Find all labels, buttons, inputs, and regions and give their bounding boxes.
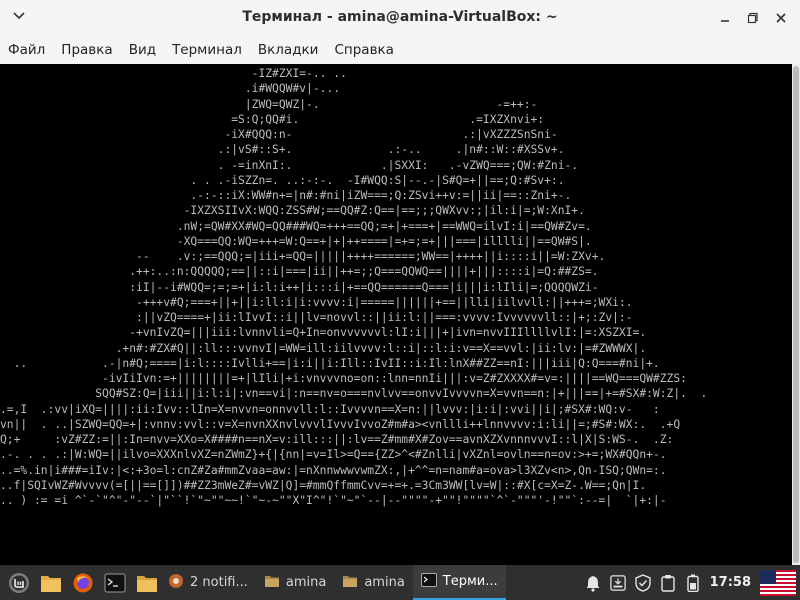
window-title: Терминал - amina@amina-VirtualBox: ~: [242, 9, 558, 25]
terminal-line: .-. . . .:|W:WQ=||ilvo=XXXnlvXZ=nZWmZ}+{…: [0, 448, 667, 462]
folder-icon: [264, 574, 280, 592]
task-amina-folder-2[interactable]: amina: [334, 565, 412, 600]
minimize-button[interactable]: [714, 8, 736, 28]
terminal-line: -ivIiIvn:=+||||||||=+|lIli|+i:vnvvvno=on…: [0, 372, 687, 385]
terminal-line: -IXZXSIIvX:WQQ:ZSS#W;==QQ#Z:Q==|==;;;QWX…: [0, 204, 585, 218]
task-label: Терми...: [442, 574, 498, 589]
terminal-line: .. ) := =i ^`-`"^"-"--`|"``!`"~""~~!`"~-…: [0, 494, 667, 507]
scrollbar-thumb[interactable]: [793, 66, 799, 563]
task-amina-folder-1[interactable]: amina: [256, 565, 334, 600]
terminal-text: -IZ#ZXI=-.. .. .i#WQQW#v|-... |ZWQ=QWZ|-…: [0, 64, 792, 508]
bell-icon[interactable]: [585, 574, 601, 592]
menu-bar: Файл Правка Вид Терминал Вкладки Справка: [0, 36, 800, 64]
terminal-line: .nW;=QW#XX#WQ=QQ###WQ=+++==QQ;=+|+===+|=…: [0, 219, 592, 233]
keyboard-layout-flag-icon[interactable]: [760, 569, 796, 596]
terminal-launcher-icon[interactable]: [102, 570, 128, 596]
menu-view[interactable]: Вид: [121, 42, 164, 58]
terminal-line: . . .-iSZZn=. ..:-:-. -I#WQQ:S|--.-|S#Q=…: [0, 173, 565, 187]
clipboard-icon[interactable]: [660, 574, 676, 592]
task-label: amina: [364, 575, 405, 590]
terminal-line: :||vZQ====+|ii:lIvvI::i||lv=novvl::||ii:…: [0, 311, 633, 324]
network-icon[interactable]: [609, 574, 626, 592]
terminal-line: -XQ===QQ:WQ=+++=W:Q==+|+|++====|=+=;=+||…: [0, 234, 592, 248]
terminal-line: .++:..:n:QQQQQ;==||::i|===|ii||++=;;Q===…: [0, 265, 599, 279]
terminal-icon: [420, 572, 437, 591]
files-icon[interactable]: [38, 570, 64, 596]
menu-tabs[interactable]: Вкладки: [250, 42, 327, 58]
terminal-line: :iI|--i#WQQ=;=;=+|i:l:i++|i:::i|+==QQ===…: [0, 280, 599, 294]
terminal-line: =S:Q;QQ#i. .=IXZXnvi+:: [0, 112, 545, 126]
terminal-line: Q;+ :vZ#ZZ:=||:In=nvv=XXo=X####n==nX=v:i…: [0, 433, 674, 446]
window-titlebar: Терминал - amina@amina-VirtualBox: ~: [0, 0, 800, 37]
maximize-button[interactable]: [742, 8, 764, 28]
task-label: amina: [285, 575, 327, 590]
terminal-line: . -=inXnI:. .|SXXI: .-vZWQ===;QW:#Zni-.: [0, 158, 579, 172]
battery-icon[interactable]: [685, 574, 701, 592]
menu-help[interactable]: Справка: [326, 42, 401, 58]
task-terminal[interactable]: Терми...: [412, 565, 506, 600]
terminal-scrollbar[interactable]: [792, 64, 800, 565]
terminal-line: SQQ#SZ:Q=|iii||i:l:i|:vn==vi|:n==nv=o===…: [0, 387, 708, 401]
terminal-output-area[interactable]: -IZ#ZXI=-.. .. .i#WQQW#v|-... |ZWQ=QWZ|-…: [0, 64, 792, 565]
close-button[interactable]: [770, 8, 792, 28]
window-controls: [714, 8, 792, 28]
menu-terminal[interactable]: Терминал: [164, 42, 250, 58]
mint-menu-icon[interactable]: [6, 570, 32, 596]
terminal-line: .i#WQQW#v|-...: [0, 82, 341, 96]
firefox-icon[interactable]: [70, 570, 96, 596]
folder-icon: [342, 574, 358, 592]
terminal-line: -iX#QQQ:n- .:|vXZZZSnSni-: [0, 128, 558, 141]
terminal-line: .=,I .:vv|iXQ=||||:ii:Ivv::lIn=X=nvvn=on…: [0, 402, 660, 416]
terminal-line: -+++v#Q;===+||+||i:ll:i|i:vvvv:i|=====||…: [0, 295, 633, 309]
menu-edit[interactable]: Правка: [53, 42, 120, 58]
terminal-line: ..f|SQIvWZ#Wvvvv(=[||==[]])##ZZ3mWeZ#=vW…: [0, 478, 647, 492]
terminal-line: .+n#:#ZX#Q||:ll:::vvnvI|=WW=ill:iilvvvv:…: [0, 341, 647, 355]
menu-file[interactable]: Файл: [0, 42, 53, 58]
terminal-line: .-:-::iX:WW#n+=|n#:#ni|iZW===;Q:ZSvi++v:…: [0, 189, 572, 202]
shield-icon[interactable]: [634, 573, 651, 592]
terminal-line: .. .-|n#Q;====|i:l::::Ivlli+==|i:i||i:Il…: [0, 356, 660, 370]
folder-icon[interactable]: [134, 570, 160, 596]
task-label: 2 notifi...: [190, 575, 248, 590]
terminal-line: ..=%.in|i###=iIv:|<:+3o=l:cnZ#Za#mmZvaa=…: [0, 463, 667, 477]
terminal-line: -IZ#ZXI=-.. ..: [0, 67, 347, 80]
system-tray: 17:58: [585, 569, 800, 596]
terminal-line: |ZWQ=QWZ|-. -=++:-: [0, 97, 538, 111]
terminal-line: -- .v:;==QQQ;=|iii+=QQ=|||||++++======;W…: [0, 250, 606, 263]
terminal-line: -+vnIvZQ=|||iii:lvnnvli=Q+In=onvvvvvvl:l…: [0, 326, 647, 340]
clock[interactable]: 17:58: [710, 575, 751, 590]
notification-icon: [168, 573, 184, 593]
terminal-line: .:|vS#::S+. .:-.. .|n#::W::#XSSv+.: [0, 143, 565, 157]
terminal-line: vn|| . ..|SZWQ=QQ=+|:vnnv:vvl::v=X=nvnXX…: [0, 417, 681, 431]
taskbar: 2 notifi... amina amina Терми... 17:58: [0, 565, 800, 600]
task-notifications[interactable]: 2 notifi...: [160, 565, 256, 600]
